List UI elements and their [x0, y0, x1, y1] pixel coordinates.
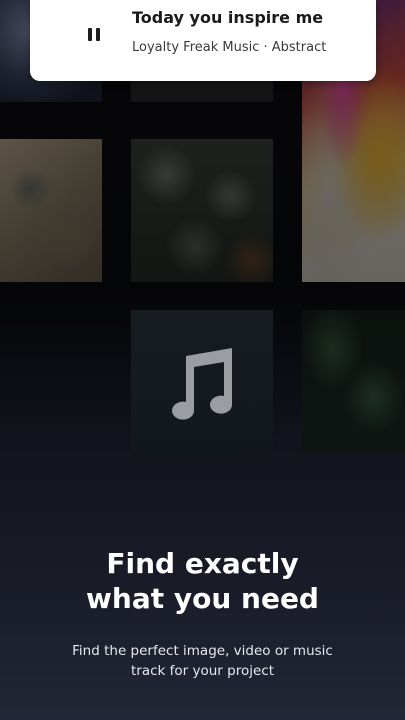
description-line-2: track for your project — [130, 663, 274, 679]
description-line-1: Find the perfect image, video or music — [72, 643, 333, 659]
headline-line-2: what you need — [86, 582, 319, 615]
onboarding-description: Find the perfect image, video or music t… — [40, 641, 365, 681]
onboarding-screen: Today you inspire me Loyalty Freak Music… — [0, 0, 405, 720]
onboarding-headline: Find exactly what you need — [0, 546, 405, 616]
music-note-icon — [172, 348, 233, 420]
image-tile-desk — [0, 139, 102, 282]
image-tile-leaves — [302, 310, 405, 453]
track-title: Today you inspire me — [132, 8, 324, 27]
image-tile-pine-branches — [131, 139, 273, 282]
now-playing-card[interactable]: Today you inspire me Loyalty Freak Music… — [30, 0, 376, 81]
pause-icon[interactable] — [82, 22, 106, 46]
headline-line-1: Find exactly — [106, 547, 299, 580]
track-artist-genre: Loyalty Freak Music · Abstract — [132, 40, 327, 55]
